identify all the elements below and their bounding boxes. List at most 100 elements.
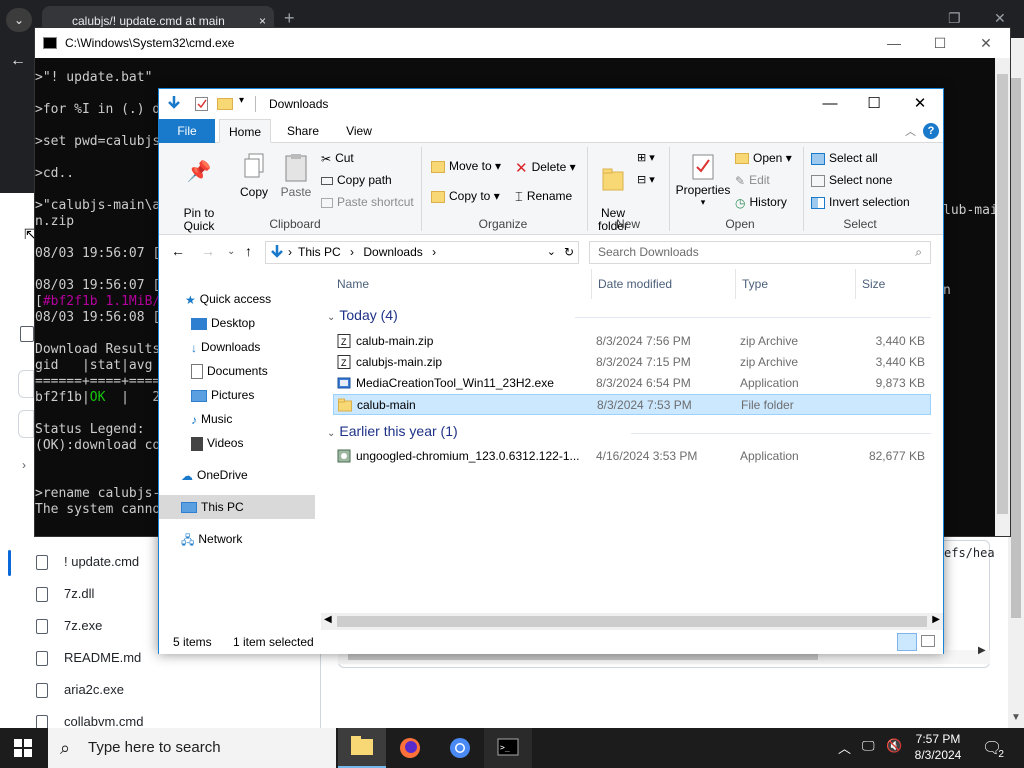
- large-icons-view-icon[interactable]: [921, 635, 935, 647]
- open-button[interactable]: Open ▾: [735, 151, 792, 165]
- cmd-scrollbar[interactable]: [995, 58, 1010, 536]
- file-row[interactable]: MediaCreationTool_Win11_23H2.exe 8/3/2024…: [333, 373, 931, 394]
- invert-selection-button[interactable]: Invert selection: [811, 195, 910, 209]
- scroll-right-icon[interactable]: ▶: [932, 614, 940, 625]
- restore-icon[interactable]: ❐: [948, 10, 961, 27]
- refresh-icon[interactable]: ↻: [564, 242, 574, 263]
- select-none-button[interactable]: Select none: [811, 173, 892, 187]
- firefox-taskbar-icon[interactable]: [386, 728, 434, 768]
- tab-file[interactable]: File: [159, 119, 215, 143]
- file-row-selected[interactable]: calub-main 8/3/2024 7:53 PM File folder: [333, 394, 931, 415]
- close-icon[interactable]: ✕: [994, 10, 1006, 27]
- console-line: The system canno: [35, 502, 161, 517]
- properties-qat-icon[interactable]: [195, 97, 208, 111]
- side-button-2[interactable]: [18, 410, 34, 438]
- copy-path-button[interactable]: Copy path: [321, 173, 392, 187]
- notifications-icon[interactable]: 🗨2: [982, 738, 1008, 760]
- tab-home[interactable]: Home: [219, 119, 271, 143]
- qat-dropdown-icon[interactable]: ▾: [239, 95, 244, 106]
- scroll-right-icon[interactable]: ▶: [978, 645, 986, 656]
- recent-locations-icon[interactable]: ⌄: [227, 246, 235, 257]
- history-button[interactable]: ◷ History: [735, 195, 787, 210]
- downloads-icon: ↓: [191, 340, 197, 355]
- side-button[interactable]: [18, 370, 34, 398]
- windows-start-icon[interactable]: [14, 739, 32, 760]
- new-item-icon[interactable]: ⊞ ▾: [637, 151, 655, 164]
- terminal-taskbar-icon[interactable]: >_: [484, 728, 532, 768]
- close-icon[interactable]: ✕: [897, 89, 943, 119]
- console-line: (OK):download co: [35, 438, 161, 453]
- file-row[interactable]: Z calub-main.zip 8/3/2024 7:56 PM zip Arch…: [333, 331, 931, 352]
- help-icon[interactable]: ?: [923, 123, 939, 139]
- search-input[interactable]: Search Downloads ⌕: [589, 241, 931, 264]
- copy-button[interactable]: Copy: [237, 153, 271, 199]
- breadcrumb-this-pc[interactable]: This PC: [298, 245, 341, 259]
- tray-overflow-icon[interactable]: ︿: [838, 738, 851, 757]
- address-bar[interactable]: › This PC › Downloads › ⌄ ↻: [265, 241, 579, 264]
- file-row[interactable]: Z calubjs-main.zip 8/3/2024 7:15 PM zip Ar…: [333, 352, 931, 373]
- up-arrow-icon[interactable]: ↑: [245, 243, 252, 259]
- chromium-taskbar-icon[interactable]: [436, 728, 484, 768]
- chevron-right-icon[interactable]: ›: [22, 458, 26, 472]
- collapse-ribbon-icon[interactable]: ︿: [905, 123, 916, 139]
- pin-quick-access-button[interactable]: 📌 Pin to Quick access: [167, 153, 231, 246]
- edit-button[interactable]: ✎ Edit: [735, 173, 770, 188]
- delete-button[interactable]: ✕ Delete ▾: [515, 159, 576, 177]
- breadcrumb-downloads[interactable]: Downloads: [363, 245, 422, 259]
- cut-button[interactable]: ✂ Cut: [321, 151, 354, 166]
- tab-search-button[interactable]: ⌄: [6, 8, 32, 32]
- close-icon[interactable]: ✕: [963, 28, 1009, 58]
- taskbar-search[interactable]: ⌕ Type here to search: [48, 728, 336, 768]
- address-dropdown-icon[interactable]: ⌄: [547, 242, 556, 263]
- file-item[interactable]: aria2c.exe: [36, 678, 124, 702]
- easy-access-icon[interactable]: ⊟ ▾: [637, 173, 655, 186]
- column-type[interactable]: Type: [742, 277, 768, 291]
- minimize-icon[interactable]: —: [871, 28, 917, 58]
- cmd-titlebar[interactable]: C:\Windows\System32\cmd.exe: [35, 28, 1010, 58]
- nav-this-pc[interactable]: This PC: [181, 495, 244, 519]
- group-header-today[interactable]: ⌄ Today (4): [327, 307, 398, 323]
- move-to-button[interactable]: Move to ▾: [431, 159, 501, 173]
- new-folder-qat-icon[interactable]: [217, 98, 233, 110]
- file-row[interactable]: ungoogled-chromium_123.0.6312.122-1.... 4…: [333, 446, 931, 467]
- maximize-icon[interactable]: ☐: [917, 28, 963, 58]
- details-view-icon[interactable]: [897, 633, 917, 651]
- column-date[interactable]: Date modified: [598, 277, 672, 291]
- nav-onedrive[interactable]: ☁ OneDrive: [181, 463, 248, 487]
- scrollbar-thumb[interactable]: [337, 616, 927, 627]
- file-item[interactable]: 7z.exe: [36, 614, 102, 638]
- tab-view[interactable]: View: [335, 119, 383, 143]
- maximize-icon[interactable]: ☐: [851, 89, 897, 119]
- copy-to-button[interactable]: Copy to ▾: [431, 189, 500, 203]
- forward-arrow-icon[interactable]: →: [201, 243, 215, 259]
- file-explorer-taskbar-icon[interactable]: [338, 728, 386, 768]
- file-item[interactable]: README.md: [36, 646, 141, 670]
- nav-videos[interactable]: Videos: [191, 431, 243, 455]
- scroll-left-icon[interactable]: ◀: [324, 614, 332, 625]
- group-header-earlier[interactable]: ⌄ Earlier this year (1): [327, 423, 458, 439]
- rename-button[interactable]: ⌶ Rename: [515, 189, 572, 205]
- horizontal-scrollbar[interactable]: ◀ ▶: [321, 613, 943, 630]
- column-name[interactable]: Name: [337, 277, 369, 291]
- file-item[interactable]: 7z.dll: [36, 582, 94, 606]
- nav-network[interactable]: 🖧 Network: [181, 527, 242, 551]
- back-arrow-icon[interactable]: ←: [10, 52, 26, 70]
- select-all-button[interactable]: Select all: [811, 151, 878, 165]
- panel-icon[interactable]: [20, 326, 34, 342]
- taskbar-clock[interactable]: 7:57 PM 8/3/2024: [906, 731, 970, 763]
- back-arrow-icon[interactable]: ←: [171, 243, 185, 259]
- volume-muted-icon[interactable]: 🔇: [886, 738, 902, 754]
- new-tab-button[interactable]: +: [284, 8, 295, 29]
- network-tray-icon[interactable]: 🖵: [862, 738, 875, 754]
- paste-button[interactable]: Paste: [277, 153, 315, 199]
- nav-quick-access[interactable]: ★ Quick access: [185, 287, 271, 311]
- properties-button[interactable]: Properties ▾: [675, 153, 731, 208]
- paste-shortcut-button[interactable]: Paste shortcut: [321, 195, 414, 209]
- explorer-titlebar[interactable]: ▾ Downloads — ☐ ✕: [159, 89, 943, 119]
- column-size[interactable]: Size: [862, 277, 885, 291]
- file-item[interactable]: ! update.cmd: [36, 550, 139, 574]
- minimize-icon[interactable]: —: [807, 89, 853, 119]
- nav-music[interactable]: ♪ Music: [191, 407, 232, 431]
- scroll-down-icon[interactable]: ▼: [1011, 712, 1021, 723]
- tab-share[interactable]: Share: [277, 119, 329, 143]
